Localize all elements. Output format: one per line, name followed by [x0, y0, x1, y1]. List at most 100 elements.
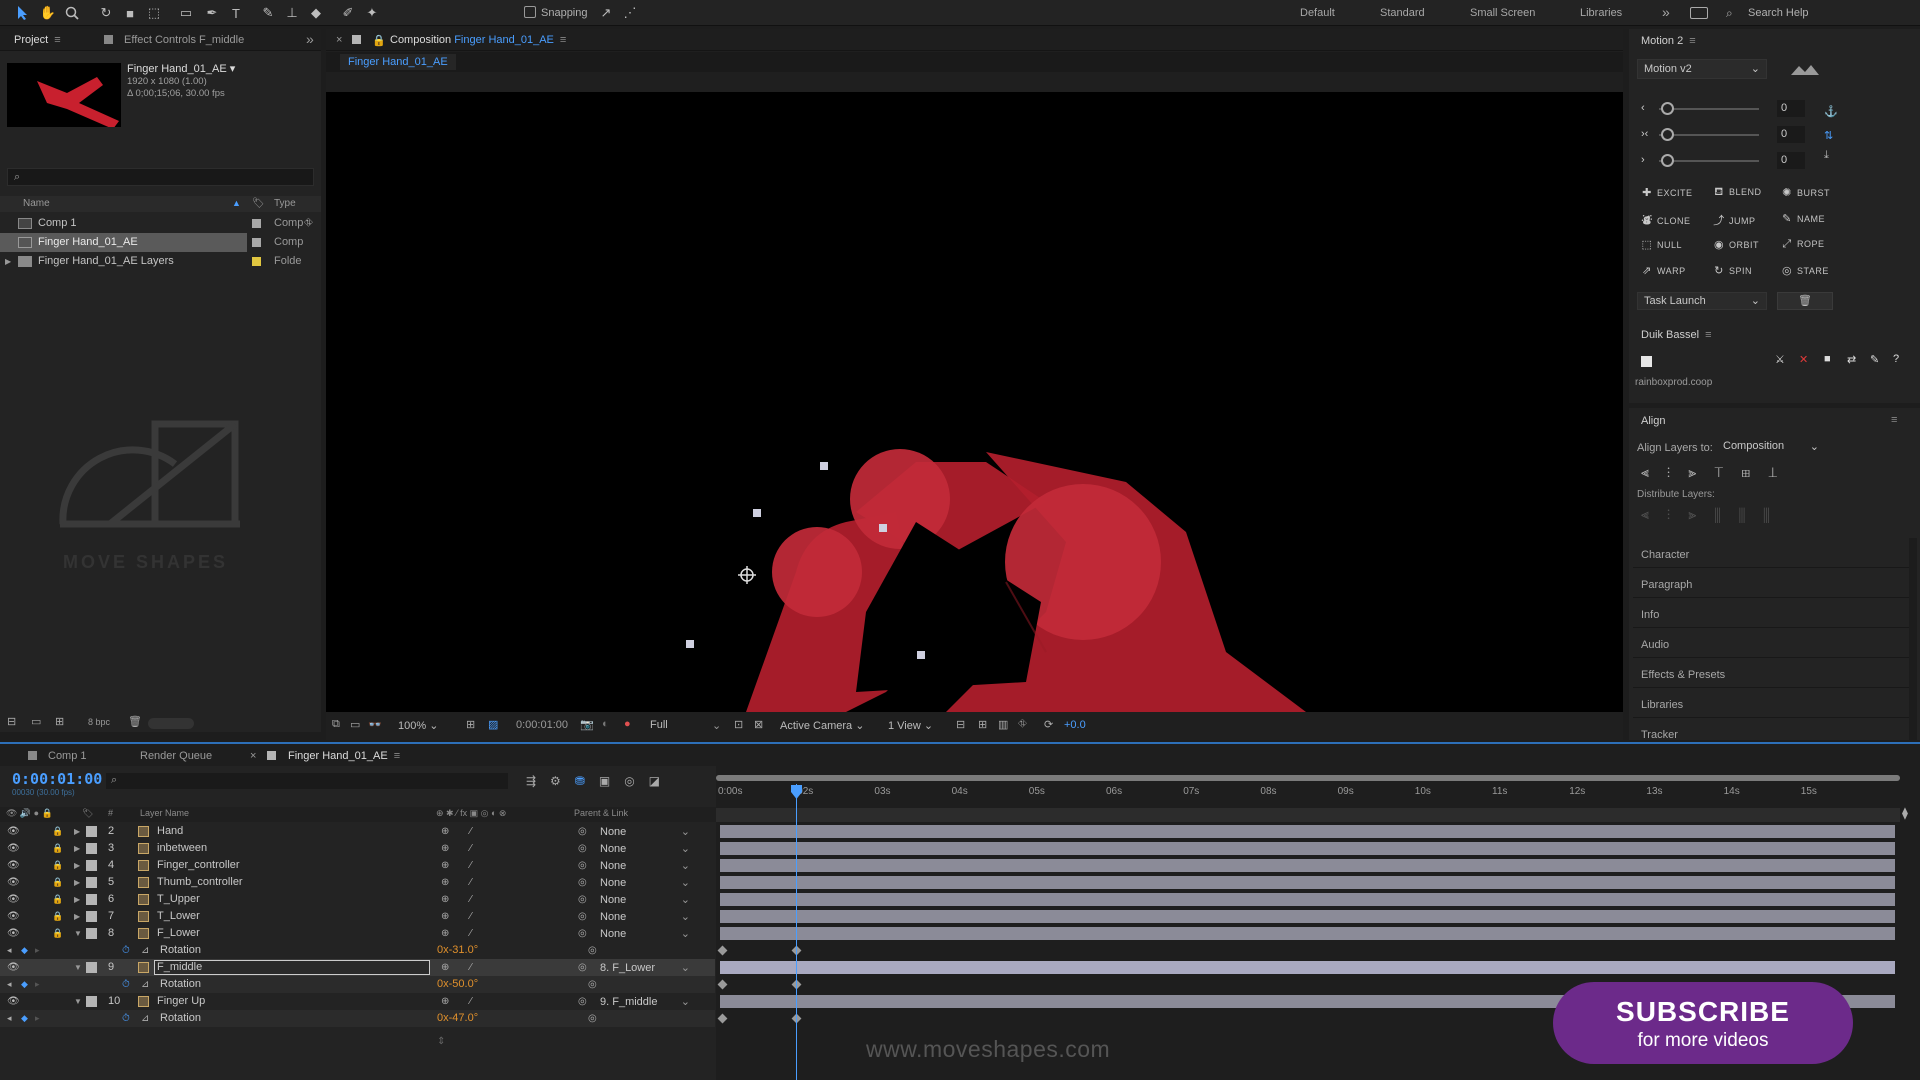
ease-slider-1[interactable] [1659, 108, 1759, 110]
camera-dropdown[interactable]: Active Camera ⌄ [780, 719, 864, 732]
fast-preview-icon[interactable]: ⊞ [978, 718, 987, 731]
panel-menu-icon[interactable]: ≡ [1891, 414, 1897, 426]
layer-duration-bar[interactable] [720, 842, 1895, 855]
thumbnail-slider[interactable] [148, 718, 194, 729]
layer-row[interactable]: 👁 🔒 ▶ 7 T_Lower ⊕ ⁄ ◎ None ⌄ [0, 908, 715, 925]
property-row-rotation[interactable]: ◂ ◆ ▸ ⏱ ⊿ Rotation 0x-50.0° ◎ [0, 976, 715, 993]
expand-arrow-icon[interactable]: ▼ [74, 993, 82, 1010]
workspace-default[interactable]: Default [1300, 7, 1335, 19]
expand-arrow-icon[interactable]: ▶ [74, 908, 80, 925]
work-area-range[interactable] [716, 775, 1900, 781]
graph-icon[interactable]: ⊿ [141, 1010, 149, 1027]
lock-icon[interactable]: 🔒 [52, 823, 63, 840]
expand-arrow-icon[interactable]: ▶ [74, 857, 80, 874]
expand-arrow-icon[interactable]: ▼ [74, 925, 82, 942]
shy-switch-icon[interactable]: ⊕ [441, 857, 449, 874]
slider-value-2[interactable]: 0 [1777, 126, 1805, 143]
label-color-icon[interactable] [86, 996, 97, 1007]
duik-link[interactable]: rainboxprod.coop [1635, 377, 1712, 388]
shy-switch-icon[interactable]: ⊕ [441, 959, 449, 976]
section-info[interactable]: Info [1641, 609, 1659, 621]
lock-icon[interactable]: 🔒 [52, 891, 63, 908]
keyframe-icon[interactable]: ◆ [21, 976, 28, 993]
type-tool-icon[interactable]: T [226, 3, 246, 23]
duik-rigging-icon[interactable]: ⚔ [1775, 353, 1785, 366]
selection-tool-icon[interactable] [12, 3, 32, 23]
timeline-switches[interactable]: ⇶⚙⛃▣◎◪ [526, 774, 674, 788]
visibility-eye-icon[interactable]: 👁 [7, 840, 20, 857]
orbit-button[interactable]: ◉ ORBIT [1713, 238, 1759, 251]
expand-arrow-icon[interactable]: ▶ [74, 874, 80, 891]
visibility-eye-icon[interactable]: 👁 [7, 908, 20, 925]
label-color-icon[interactable] [86, 860, 97, 871]
work-area-bar[interactable] [716, 775, 1900, 781]
duik-bone-icon[interactable]: ✕ [1799, 353, 1808, 366]
project-search-input[interactable]: ⌕ [7, 168, 314, 186]
quality-switch-icon[interactable]: ⁄ [470, 925, 472, 942]
pen-tool-icon[interactable]: ✒ [202, 3, 222, 23]
prev-keyframe-icon[interactable]: ◂ [7, 976, 12, 993]
lock-icon[interactable]: 🔒 [52, 925, 63, 942]
transparency-grid-icon[interactable]: ▨ [488, 718, 498, 731]
region-of-interest-icon[interactable]: ⊡ [734, 718, 743, 731]
timeline-icon[interactable]: ▥ [998, 718, 1008, 731]
subtab-composition[interactable]: Finger Hand_01_AE [340, 54, 456, 70]
section-character[interactable]: Character [1641, 549, 1689, 561]
graph-icon[interactable]: ⊿ [141, 942, 149, 959]
graph-icon[interactable]: ⊿ [141, 976, 149, 993]
duik-links-icon[interactable]: ⇄ [1847, 353, 1856, 366]
puppet-tool-icon[interactable]: ✦ [362, 3, 382, 23]
marker-area[interactable] [716, 808, 1900, 822]
warp-button[interactable]: ⇗ WARP [1641, 264, 1686, 277]
shy-switch-icon[interactable]: ⊕ [441, 891, 449, 908]
prev-keyframe-icon[interactable]: ◂ [7, 942, 12, 959]
close-tab-icon[interactable]: × [250, 750, 256, 762]
tab-comp1[interactable]: Comp 1 [48, 750, 87, 762]
layer-row[interactable]: 👁 🔒 ▶ 3 inbetween ⊕ ⁄ ◎ None ⌄ [0, 840, 715, 857]
property-row-rotation[interactable]: ◂ ◆ ▸ ⏱ ⊿ Rotation 0x-31.0° ◎ [0, 942, 715, 959]
stare-button[interactable]: ◎ STARE [1781, 264, 1829, 277]
tab-effect-controls[interactable]: Effect Controls F_middle [124, 34, 244, 46]
visibility-eye-icon[interactable]: 👁 [7, 959, 20, 976]
show-snapshot-icon[interactable]: ◐ [602, 718, 609, 730]
zoom-dropdown[interactable]: 100% ⌄ [398, 719, 438, 732]
align-to-dropdown[interactable]: Composition ⌄ [1723, 440, 1823, 456]
safe-margins-icon[interactable]: ⊞ [466, 718, 475, 731]
parent-dropdown[interactable]: 9. F_middle ⌄ [598, 994, 690, 1008]
anchor-bottom-icon[interactable]: ⤓ [1824, 149, 1829, 162]
quality-switch-icon[interactable]: ⁄ [470, 840, 472, 857]
section-libraries[interactable]: Libraries [1641, 699, 1683, 711]
property-row-rotation[interactable]: ◂ ◆ ▸ ⏱ ⊿ Rotation 0x-47.0° ◎ [0, 1010, 715, 1027]
playhead-handle[interactable] [790, 784, 803, 800]
rope-button[interactable]: ⤢ ROPE [1781, 238, 1825, 251]
visibility-eye-icon[interactable]: 👁 [7, 874, 20, 891]
layer-row[interactable]: 👁 🔒 ▼ 8 F_Lower ⊕ ⁄ ◎ None ⌄ [0, 925, 715, 942]
jump-button[interactable]: ⤴ JUMP [1713, 212, 1756, 228]
lock-icon[interactable]: 🔒 [52, 857, 63, 874]
anchor-icon[interactable]: ⚓ [1824, 105, 1838, 118]
workspace-libraries[interactable]: Libraries [1580, 7, 1622, 19]
project-item-selected[interactable]: Finger Hand_01_AE [0, 233, 247, 252]
workspace-small-screen[interactable]: Small Screen [1470, 7, 1535, 19]
delete-icon[interactable]: 🗑 [128, 715, 142, 728]
label-color-icon[interactable] [86, 962, 97, 973]
align-buttons[interactable]: ⫷⫶⫸⊤⊞⊥ [1641, 464, 1795, 481]
layer-row[interactable]: 👁 🔒 ▶ 6 T_Upper ⊕ ⁄ ◎ None ⌄ [0, 891, 715, 908]
visibility-eye-icon[interactable]: 👁 [7, 857, 20, 874]
column-name[interactable]: Name [23, 198, 50, 209]
layer-row[interactable]: 👁 ▼ 10 Finger Up ⊕ ⁄ ◎ 9. F_middle ⌄ [0, 993, 715, 1010]
prev-keyframe-icon[interactable]: ◂ [7, 1010, 12, 1027]
layer-row[interactable]: 👁 ▼ 9 F_middle ⊕ ⁄ ◎ 8. F_Lower ⌄ [0, 959, 715, 976]
pick-whip-icon[interactable]: ◎ [578, 959, 587, 976]
visibility-eye-icon[interactable]: 👁 [7, 925, 20, 942]
pick-whip-icon[interactable]: ◎ [578, 857, 587, 874]
visibility-eye-icon[interactable]: 👁 [7, 993, 20, 1010]
composition-viewer[interactable] [326, 92, 1623, 712]
quality-switch-icon[interactable]: ⁄ [470, 891, 472, 908]
burst-button[interactable]: ✺ BURST [1781, 186, 1830, 199]
pick-whip-icon[interactable]: ◎ [578, 874, 587, 891]
motion-version-dropdown[interactable]: Motion v2 ⌄ [1637, 59, 1767, 79]
rectangle-tool-icon[interactable]: ▭ [176, 3, 196, 23]
section-audio[interactable]: Audio [1641, 639, 1669, 651]
parent-dropdown[interactable]: None ⌄ [598, 926, 690, 940]
